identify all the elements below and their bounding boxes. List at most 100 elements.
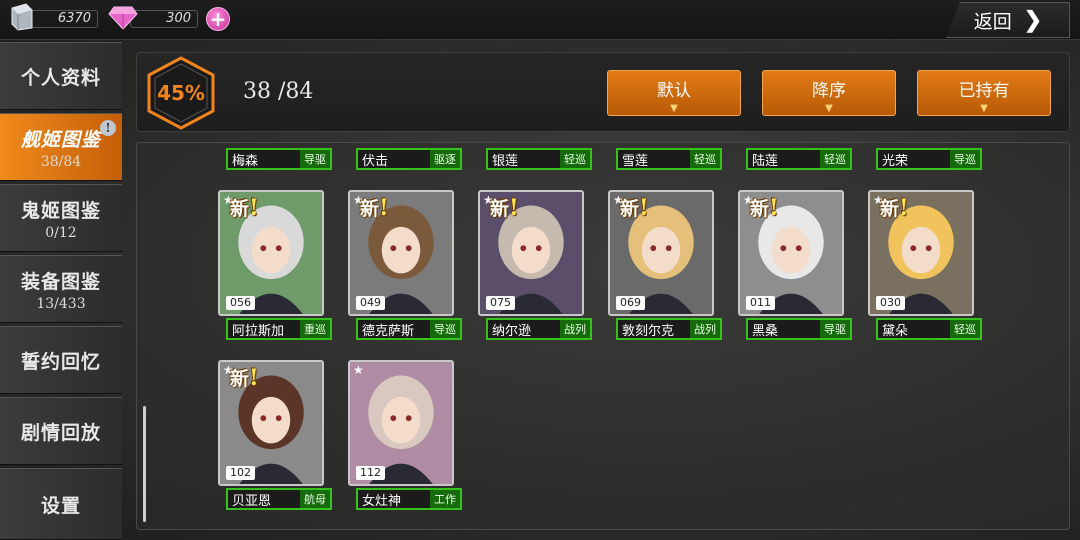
new-badge: 新! — [230, 195, 259, 221]
ship-name-tag[interactable]: 纳尔逊 战列 — [486, 318, 592, 340]
new-badge: 新! — [230, 365, 259, 391]
new-badge: 新! — [360, 195, 389, 221]
ship-type: 导巡 — [430, 320, 460, 338]
ship-name: 梅森 — [232, 153, 259, 169]
owned-filter-button[interactable]: 已持有 ▼ — [917, 70, 1051, 116]
ship-name-tag[interactable]: 陆莲 轻巡 — [746, 148, 852, 170]
ship-name: 光荣 — [882, 153, 909, 169]
ship-name: 银莲 — [492, 153, 519, 169]
sidebar-item-story-replay[interactable]: 剧情回放 — [0, 397, 122, 465]
sidebar-item-ship-codex[interactable]: ! 舰姬图鉴 38/84 — [0, 113, 122, 181]
ship-card[interactable]: ★ 新! 011 — [738, 190, 844, 316]
diamond-icon — [108, 6, 138, 30]
ship-number: 075 — [486, 296, 515, 310]
ship-name: 阿拉斯加 — [232, 323, 285, 339]
ship-name-tag[interactable]: 女灶神 工作 — [356, 488, 462, 510]
ship-name: 黛朵 — [882, 323, 909, 339]
filter-label: 已持有 — [958, 81, 1010, 101]
steel-amount: 6370 — [30, 10, 98, 28]
ship-type: 导驱 — [820, 320, 850, 338]
ship-card[interactable]: ★ 新! 049 — [348, 190, 454, 316]
chevron-right-icon: ❯ — [1023, 7, 1043, 33]
ship-type: 航母 — [300, 490, 330, 508]
sidebar-item-label: 誓约回忆 — [20, 350, 101, 373]
ship-type: 战列 — [690, 320, 720, 338]
sidebar-item-label: 剧情回放 — [20, 421, 101, 444]
ship-number: 011 — [746, 296, 775, 310]
ship-number: 030 — [876, 296, 905, 310]
sidebar-item-label: 设置 — [40, 494, 81, 517]
ship-card[interactable]: ★ 新! 102 — [218, 360, 324, 486]
sidebar-item-label: 鬼姬图鉴 — [20, 199, 101, 222]
ship-name-tag[interactable]: 敦刻尔克 战列 — [616, 318, 722, 340]
sidebar-item-ghost-codex[interactable]: 鬼姬图鉴 0/12 — [0, 184, 122, 252]
ship-type: 工作 — [430, 490, 460, 508]
ship-type: 导巡 — [950, 150, 980, 168]
ship-type: 轻巡 — [950, 320, 980, 338]
ship-card[interactable]: ★ 112 — [348, 360, 454, 486]
ship-name-tag[interactable]: 梅森 导驱 — [226, 148, 332, 170]
sort-default-button[interactable]: 默认 ▼ — [607, 70, 741, 116]
ship-name-tag[interactable]: 阿拉斯加 重巡 — [226, 318, 332, 340]
add-gems-button[interactable]: + — [206, 7, 230, 31]
ship-type: 重巡 — [300, 320, 330, 338]
ship-name-tag[interactable]: 德克萨斯 导巡 — [356, 318, 462, 340]
triangle-down-icon: ▼ — [825, 103, 833, 114]
sidebar-item-equipment-codex[interactable]: 装备图鉴 13/433 — [0, 255, 122, 323]
ship-number: 049 — [356, 296, 385, 310]
sidebar-item-label: 个人资料 — [20, 66, 101, 89]
new-badge: 新! — [490, 195, 519, 221]
filter-label: 默认 — [657, 81, 691, 101]
sidebar-item-profile[interactable]: 个人资料 — [0, 42, 122, 110]
ship-name: 黑桑 — [752, 323, 779, 339]
sidebar-item-oath-memory[interactable]: 誓约回忆 — [0, 326, 122, 394]
triangle-down-icon: ▼ — [980, 103, 988, 114]
ship-type: 战列 — [560, 320, 590, 338]
ship-type: 轻巡 — [560, 150, 590, 168]
ship-name: 贝亚恩 — [232, 493, 272, 509]
ship-name-tag[interactable]: 黑桑 导驱 — [746, 318, 852, 340]
ship-name: 伏击 — [362, 153, 389, 169]
steel-icon — [11, 3, 33, 31]
info-icon: ! — [100, 120, 116, 136]
ship-name: 女灶神 — [362, 493, 402, 509]
ship-number: 069 — [616, 296, 645, 310]
sidebar-item-count: 38/84 — [40, 153, 82, 170]
ship-number: 102 — [226, 466, 255, 480]
progress-percent: 45% — [157, 81, 205, 105]
ship-name-tag[interactable]: 贝亚恩 航母 — [226, 488, 332, 510]
scrollbar[interactable] — [143, 406, 146, 522]
ship-name-tag[interactable]: 银莲 轻巡 — [486, 148, 592, 170]
ship-type: 轻巡 — [690, 150, 720, 168]
codex-header: 45% 38 /84 默认 ▼ 降序 ▼ 已持有 ▼ — [136, 52, 1070, 132]
ship-name-tag[interactable]: 光荣 导巡 — [876, 148, 982, 170]
sidebar-item-label: 装备图鉴 — [20, 270, 101, 293]
sort-order-button[interactable]: 降序 ▼ — [762, 70, 896, 116]
ship-name: 陆莲 — [752, 153, 779, 169]
ship-type: 驱逐 — [430, 150, 460, 168]
new-badge: 新! — [620, 195, 649, 221]
top-bar: 6370 300 + 返回 ❯ — [0, 0, 1080, 40]
new-badge: 新! — [750, 195, 779, 221]
ship-number: 112 — [356, 466, 385, 480]
sidebar-item-settings[interactable]: 设置 — [0, 468, 122, 540]
ship-card[interactable]: ★ 新! 069 — [608, 190, 714, 316]
ship-type: 轻巡 — [820, 150, 850, 168]
ship-name-tag[interactable]: 黛朵 轻巡 — [876, 318, 982, 340]
ship-card[interactable]: ★ 新! 056 — [218, 190, 324, 316]
collection-count: 38 /84 — [243, 79, 314, 104]
back-button[interactable]: 返回 ❯ — [946, 2, 1070, 38]
ship-name-tag[interactable]: 雪莲 轻巡 — [616, 148, 722, 170]
ship-name: 雪莲 — [622, 153, 649, 169]
filter-label: 降序 — [812, 81, 846, 101]
new-badge: 新! — [880, 195, 909, 221]
ship-name: 纳尔逊 — [492, 323, 532, 339]
ship-card[interactable]: ★ 新! 075 — [478, 190, 584, 316]
sidebar-item-count: 13/433 — [36, 295, 86, 312]
star-icon: ★ — [353, 363, 364, 377]
sidebar-item-count: 0/12 — [45, 224, 77, 241]
ship-name-tag[interactable]: 伏击 驱逐 — [356, 148, 462, 170]
ship-name: 德克萨斯 — [362, 323, 415, 339]
back-label: 返回 — [973, 10, 1012, 33]
ship-card[interactable]: ★ 新! 030 — [868, 190, 974, 316]
